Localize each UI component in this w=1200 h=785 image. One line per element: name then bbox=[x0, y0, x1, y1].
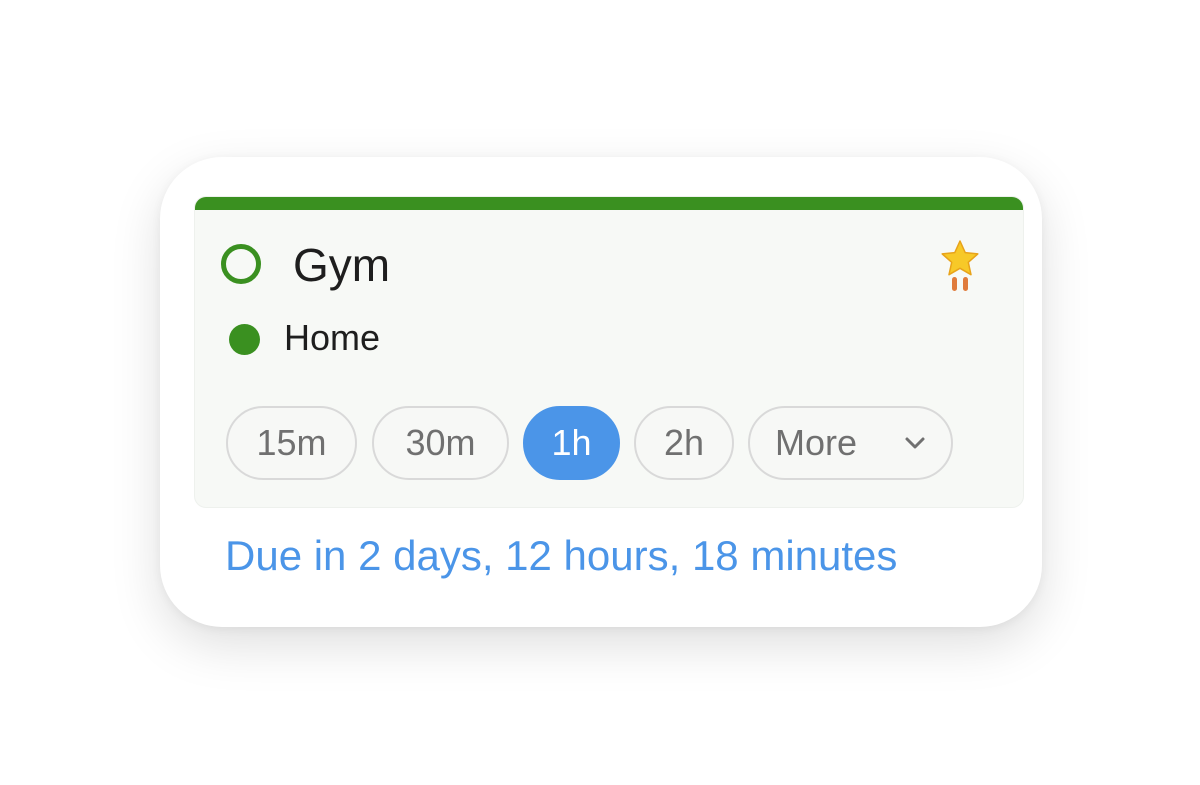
task-title[interactable]: Gym bbox=[293, 237, 390, 293]
list-name: Home bbox=[284, 317, 381, 358]
due-date-label[interactable]: Due in 2 days, 12 hours, 18 minutes bbox=[225, 530, 897, 582]
star-icon[interactable] bbox=[939, 239, 981, 295]
task-popover: Gym Home 15m 30m 1h 2h More Due in 2 day… bbox=[160, 157, 1042, 627]
duration-1h-button[interactable]: 1h bbox=[523, 406, 620, 480]
complete-checkbox[interactable] bbox=[221, 244, 261, 284]
more-durations-button[interactable]: More bbox=[748, 406, 953, 480]
task-card: Gym Home 15m 30m 1h 2h More bbox=[194, 196, 1024, 508]
more-label: More bbox=[775, 422, 858, 463]
duration-15m-button[interactable]: 15m bbox=[226, 406, 357, 480]
list-color-dot bbox=[229, 324, 260, 355]
chevron-down-icon bbox=[905, 437, 925, 449]
duration-2h-button[interactable]: 2h bbox=[634, 406, 734, 480]
list-color-bar bbox=[195, 197, 1023, 210]
duration-30m-button[interactable]: 30m bbox=[372, 406, 509, 480]
